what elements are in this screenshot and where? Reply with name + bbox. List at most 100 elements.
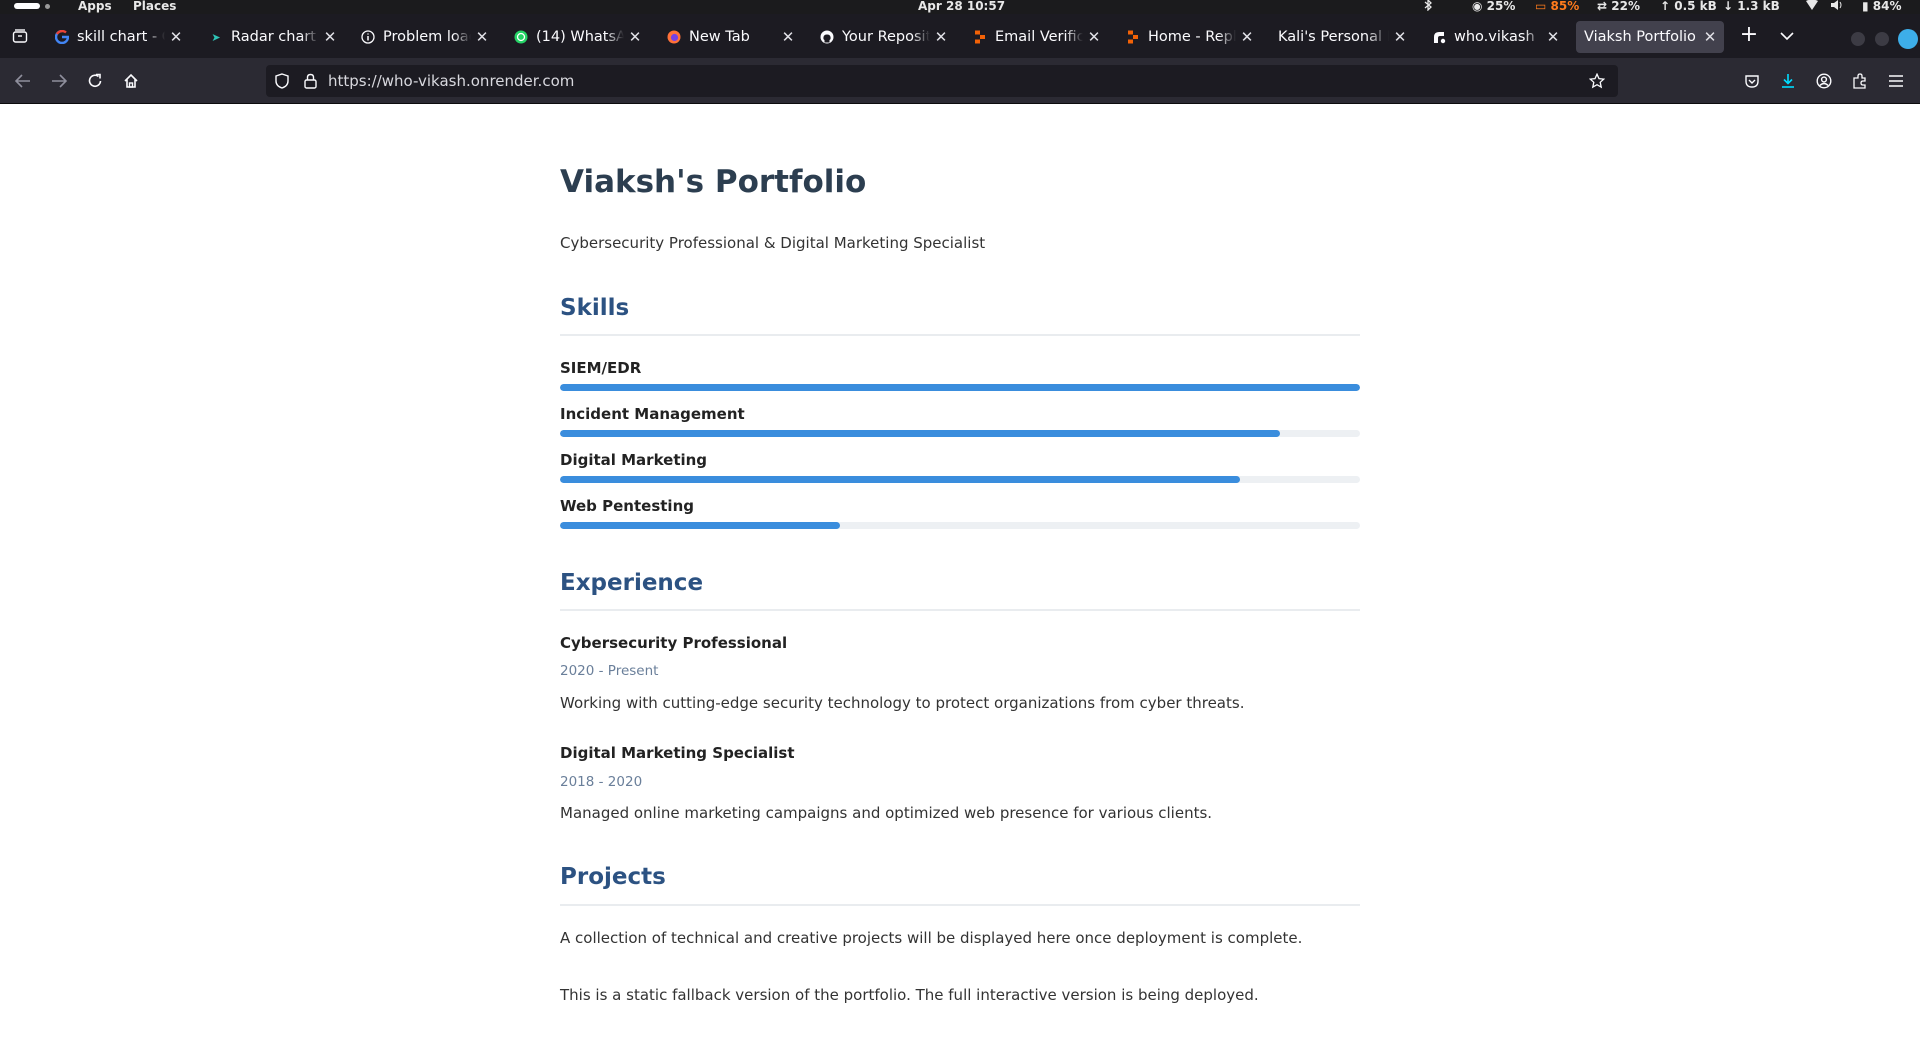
section-divider <box>560 609 1360 611</box>
job-description: Managed online marketing campaigns and o… <box>560 804 1213 822</box>
close-window-button[interactable] <box>1898 29 1918 49</box>
back-button[interactable] <box>11 69 35 93</box>
close-tab-icon[interactable]: ✕ <box>780 29 796 45</box>
close-tab-icon[interactable]: ✕ <box>474 29 490 45</box>
skill-name: Incident Management <box>560 405 745 423</box>
reload-icon <box>88 73 102 87</box>
tab-new-tab[interactable]: New Tab ✕ <box>658 21 802 53</box>
tab-viaksh-portfolio[interactable]: Viaksh Portfolio ✕ <box>1576 21 1724 53</box>
cpu-icon: ◉ <box>1472 0 1483 13</box>
tab-title: who.vikash <box>1454 29 1535 45</box>
apps-menu[interactable]: Apps <box>78 0 112 13</box>
download-arrow-icon: ↓ <box>1723 0 1734 13</box>
account-button[interactable] <box>1812 69 1836 93</box>
memory-value: 85% <box>1550 0 1580 13</box>
net-up-indicator: ↑ 0.5 kB <box>1660 0 1717 13</box>
skill-name: Web Pentesting <box>560 497 694 515</box>
tab-who-vikash[interactable]: who.vikash ✕ <box>1423 21 1567 53</box>
tab-problem-loading[interactable]: Problem loadin ✕ <box>352 21 496 53</box>
app-menu-button[interactable] <box>1884 69 1908 93</box>
github-icon <box>819 29 835 45</box>
replit-icon <box>1125 29 1141 45</box>
tracking-protection-shield-icon[interactable] <box>273 72 291 90</box>
tab-title: Problem loadin <box>383 29 471 45</box>
tab-title: Your Repositor <box>842 29 930 45</box>
close-tab-icon[interactable]: ✕ <box>1545 29 1561 45</box>
net-down-indicator: ↓ 1.3 kB <box>1723 0 1780 13</box>
maximize-window-button[interactable] <box>1875 32 1889 46</box>
google-icon <box>54 29 70 45</box>
bluetooth-icon[interactable] <box>1424 0 1432 13</box>
reload-button[interactable] <box>83 69 107 93</box>
tab-your-repositories[interactable]: Your Repositor ✕ <box>811 21 955 53</box>
tab-home-replit[interactable]: Home - Replit ✕ <box>1117 21 1261 53</box>
battery-icon: ▮ <box>1862 0 1869 13</box>
close-tab-icon[interactable]: ✕ <box>1702 29 1718 45</box>
places-menu[interactable]: Places <box>133 0 176 13</box>
tab-title: Email Verificat <box>995 29 1083 45</box>
projects-placeholder-text: A collection of technical and creative p… <box>560 929 1303 947</box>
clock[interactable]: Apr 28 10:57 <box>918 0 1005 13</box>
extensions-button[interactable] <box>1848 69 1872 93</box>
firefox-view-button[interactable] <box>8 24 32 48</box>
battery-indicator[interactable]: ▮ 84% <box>1862 0 1902 13</box>
cpu-indicator: ◉ 25% <box>1472 0 1515 13</box>
close-tab-icon[interactable]: ✕ <box>168 29 184 45</box>
tab-kali-personal[interactable]: Kali's Personal Po ✕ <box>1270 21 1414 53</box>
tab-skill-chart[interactable]: skill chart - Go ✕ <box>46 21 190 53</box>
home-icon <box>124 73 138 88</box>
skill-progress-track <box>560 384 1360 391</box>
job-title: Digital Marketing Specialist <box>560 744 795 762</box>
skill-progress-track <box>560 522 1360 529</box>
lock-icon[interactable] <box>301 72 319 90</box>
tab-title: (14) WhatsApp <box>536 29 624 45</box>
url-text[interactable]: https://who-vikash.onrender.com <box>328 65 574 97</box>
tab-whatsapp[interactable]: (14) WhatsApp ✕ <box>505 21 649 53</box>
list-all-tabs-button[interactable] <box>1775 26 1799 46</box>
close-tab-icon[interactable]: ✕ <box>627 29 643 45</box>
skill-item: SIEM/EDR <box>560 358 1360 391</box>
bookmark-star-icon[interactable] <box>1588 72 1606 90</box>
wifi-icon[interactable] <box>1806 0 1818 13</box>
job-dates: 2020 - Present <box>560 663 659 679</box>
tagline: Cybersecurity Professional & Digital Mar… <box>560 234 986 252</box>
tab-email-verification[interactable]: Email Verificat ✕ <box>964 21 1108 53</box>
pocket-icon <box>1745 75 1759 88</box>
back-arrow-icon <box>15 74 30 88</box>
minimize-window-button[interactable] <box>1851 32 1865 46</box>
tab-title: New Tab <box>689 29 750 45</box>
whatsapp-icon <box>513 29 529 45</box>
workspace-dot <box>45 4 50 9</box>
close-tab-icon[interactable]: ✕ <box>1239 29 1255 45</box>
tab-title: Kali's Personal Po <box>1278 29 1389 45</box>
info-icon <box>360 29 376 45</box>
fallback-notice: This is a static fallback version of the… <box>560 986 1259 1004</box>
skill-item: Digital Marketing <box>560 450 1360 483</box>
close-tab-icon[interactable]: ✕ <box>1392 29 1408 45</box>
pocket-button[interactable] <box>1740 69 1764 93</box>
close-tab-icon[interactable]: ✕ <box>933 29 949 45</box>
tab-title: Home - Replit <box>1148 29 1236 45</box>
tab-title: skill chart - Go <box>77 29 165 45</box>
skill-progress-fill <box>560 522 840 529</box>
skill-progress-fill <box>560 430 1280 437</box>
experience-heading: Experience <box>560 570 704 596</box>
home-button[interactable] <box>119 69 143 93</box>
swap-value: 22% <box>1611 0 1640 13</box>
volume-icon[interactable] <box>1831 0 1843 13</box>
close-tab-icon[interactable]: ✕ <box>1086 29 1102 45</box>
activities-indicator[interactable] <box>14 3 40 9</box>
replit-icon <box>972 29 988 45</box>
skill-progress-track <box>560 476 1360 483</box>
close-tab-icon[interactable]: ✕ <box>322 29 338 45</box>
tab-radar-chart[interactable]: ➤ Radar chart for ✕ <box>200 21 344 53</box>
forward-button[interactable] <box>47 69 71 93</box>
url-bar[interactable]: https://who-vikash.onrender.com <box>266 65 1618 97</box>
skill-name: Digital Marketing <box>560 451 708 469</box>
tab-title: Viaksh Portfolio <box>1584 29 1696 45</box>
downloads-button[interactable] <box>1776 69 1800 93</box>
chevron-down-icon <box>1780 31 1794 40</box>
new-tab-button[interactable]: + <box>1737 24 1761 48</box>
puzzle-icon <box>1853 73 1866 89</box>
chart-site-icon: ➤ <box>211 30 221 44</box>
